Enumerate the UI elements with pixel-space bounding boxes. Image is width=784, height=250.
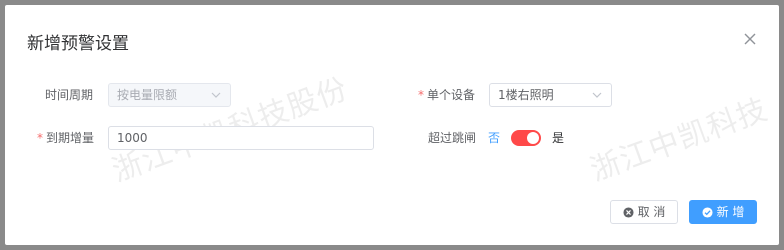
add-button-label: 新 增	[716, 205, 745, 219]
device-select[interactable]: 1楼右照明	[489, 83, 612, 107]
close-icon	[744, 33, 756, 45]
required-mark: *	[37, 131, 43, 145]
check-circle-icon	[702, 206, 713, 218]
increment-label-text: 到期增量	[46, 131, 95, 145]
device-label-text: 单个设备	[427, 88, 476, 102]
chevron-down-icon	[592, 92, 602, 98]
increment-label: * 到期增量	[37, 126, 94, 150]
add-alert-dialog: 浙江中凯科技股份 浙江中凯科技 新增预警设置 时间周期 按电量限额 *单个设备 …	[5, 5, 779, 245]
device-select-value: 1楼右照明	[498, 88, 554, 102]
period-select[interactable]: 按电量限额	[108, 83, 231, 107]
exceed-toggle-switch[interactable]	[511, 130, 541, 146]
switch-knob	[527, 132, 539, 144]
chevron-down-icon	[211, 92, 221, 98]
cancel-button[interactable]: 取 消	[610, 200, 678, 224]
exceed-option-yes[interactable]: 是	[552, 126, 564, 150]
device-label: * 单个设备	[418, 83, 475, 107]
close-button[interactable]	[743, 31, 757, 45]
required-mark: *	[418, 88, 424, 102]
exceed-label: 超过跳闸	[428, 131, 477, 145]
period-select-value: 按电量限额	[117, 88, 178, 102]
dialog-title: 新增预警设置	[27, 34, 129, 54]
exceed-option-no[interactable]: 否	[488, 126, 500, 150]
add-button[interactable]: 新 增	[689, 200, 757, 224]
period-label: 时间周期	[45, 88, 94, 102]
x-circle-icon	[623, 206, 634, 218]
increment-input[interactable]: 1000	[108, 126, 374, 150]
increment-input-value: 1000	[117, 131, 148, 145]
cancel-button-label: 取 消	[637, 205, 666, 219]
